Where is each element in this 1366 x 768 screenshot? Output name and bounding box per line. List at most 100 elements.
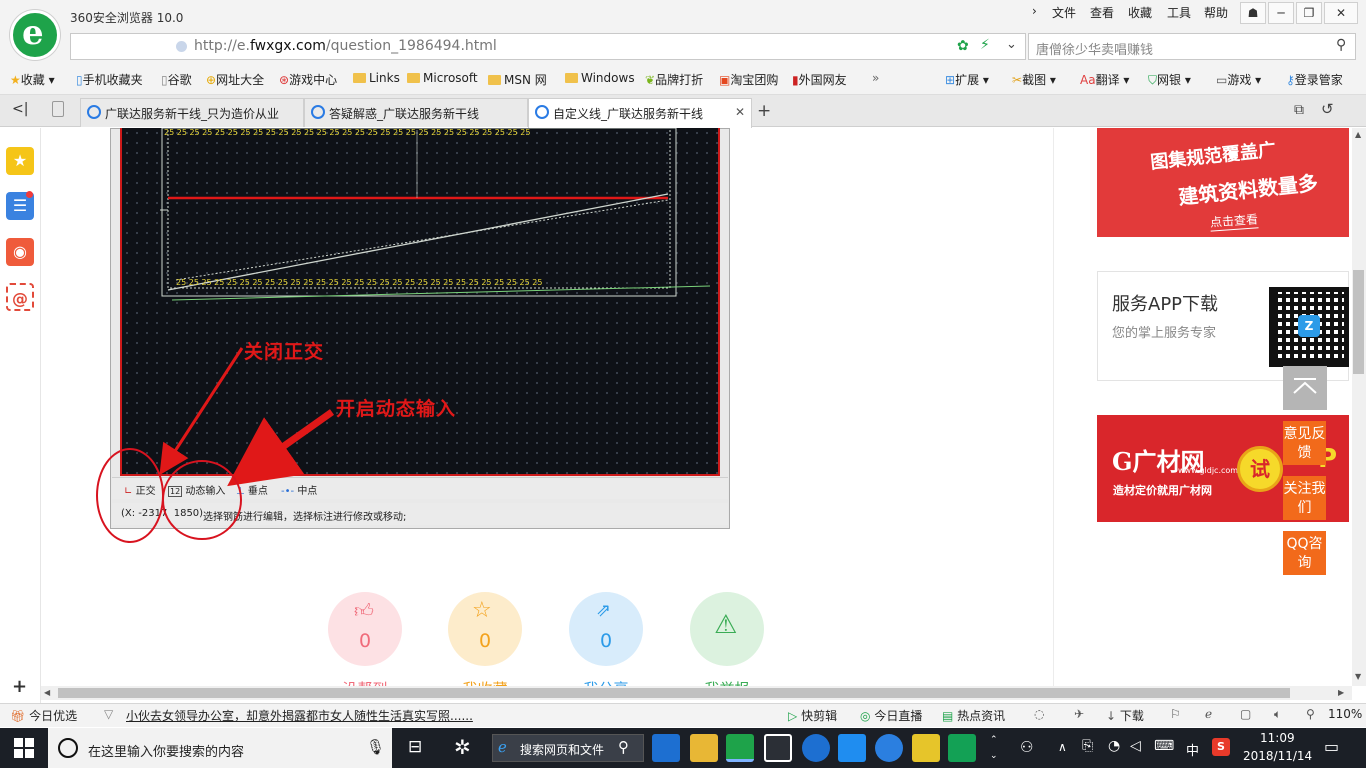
bookmark-favorites[interactable]: ★收藏 ▾ [10, 71, 55, 88]
status-quick-edit[interactable]: ▷ 快剪辑 [788, 707, 837, 724]
new-tab-button[interactable]: + [757, 101, 771, 121]
add-sidebar-icon[interactable]: + [12, 676, 27, 697]
taskbar-search-input[interactable]: 在这里输入你要搜索的内容 [88, 741, 244, 760]
menu-favorites[interactable]: 收藏 [1128, 4, 1152, 21]
glodon-h-icon[interactable] [948, 734, 976, 762]
site-info-icon[interactable] [176, 41, 187, 52]
search-input[interactable]: 唐僧徐少华卖唱赚钱 [1036, 39, 1153, 58]
windows-start-icon[interactable] [14, 738, 34, 758]
today-picks[interactable]: 🎁︎ 今日优选 [10, 707, 77, 724]
flag-icon[interactable]: ⚐ [1170, 707, 1181, 721]
scroll-up-arrow-icon[interactable]: ▲ [1355, 130, 1361, 139]
menu-help[interactable]: 帮助 [1204, 4, 1228, 21]
bookmark-links[interactable]: Links [353, 71, 400, 85]
web-search-icon[interactable]: ⚲ [618, 738, 629, 756]
bookmark-msn[interactable]: MSN 网 [488, 71, 547, 88]
volume-icon[interactable]: 🔈︎ [1274, 707, 1281, 722]
ie-taskbar-icon[interactable] [652, 734, 680, 762]
tool-bank[interactable]: ⛉网银 ▾ [1148, 71, 1191, 88]
close-button[interactable]: ✕ [1324, 2, 1358, 24]
horizontal-scroll-thumb[interactable] [58, 688, 1290, 698]
clock-time[interactable]: 11:09 [1260, 731, 1295, 745]
bookmark-hao123[interactable]: ⊕网址大全 [206, 71, 264, 88]
vertical-scrollbar[interactable] [1352, 128, 1366, 686]
notes-icon[interactable] [912, 734, 940, 762]
menu-arrow-icon[interactable]: › [1032, 4, 1037, 18]
zoom-level[interactable]: 110% [1328, 707, 1362, 721]
close-tab-icon[interactable]: ✕ [735, 105, 745, 119]
scroll-left-arrow-icon[interactable]: ◀ [44, 688, 50, 697]
mail-icon[interactable] [764, 734, 792, 762]
notification-center-icon[interactable]: ▭ [1324, 737, 1339, 756]
tab-2[interactable]: 答疑解惑_广联达服务新干线 [304, 98, 528, 127]
people-icon[interactable]: ⚇ [1020, 738, 1033, 756]
minimize-button[interactable]: ─ [1268, 2, 1294, 24]
window-icon[interactable]: ▢ [1240, 707, 1251, 721]
edge-icon[interactable] [802, 734, 830, 762]
undo-close-icon[interactable]: ↺ [1321, 100, 1334, 118]
reaction-share-button[interactable]: ⇗ 0 [569, 592, 643, 666]
favorites-star-icon[interactable]: ★ [6, 147, 34, 175]
360-browser-taskbar-icon[interactable] [726, 734, 754, 762]
scroll-down-arrow-icon[interactable]: ▼ [1355, 672, 1361, 681]
status-download[interactable]: ↓ 下载 [1106, 707, 1144, 724]
email-icon[interactable]: @ [6, 283, 34, 311]
pinwheel-icon[interactable]: ✲ [454, 735, 471, 759]
microphone-icon[interactable]: 🎙︎ [366, 738, 385, 756]
tool-games[interactable]: ▭游戏 ▾ [1216, 71, 1261, 88]
taskbar-scroll-icon[interactable]: ⌃ ⌄ [990, 732, 998, 764]
bookmark-windows[interactable]: Windows [565, 71, 635, 85]
menu-view[interactable]: 查看 [1090, 4, 1114, 21]
bookmark-foreign[interactable]: ▮外国网友 [792, 71, 847, 88]
pin-icon[interactable]: ✈ [1074, 707, 1084, 721]
sidebar-toggle-icon[interactable]: <| [12, 101, 28, 117]
zoom-icon[interactable]: ⚲ [1306, 707, 1315, 721]
back-to-top-button[interactable] [1283, 366, 1327, 410]
bookmark-google[interactable]: ▯谷歌 [161, 71, 192, 88]
search-icon[interactable]: ⚲ [1336, 37, 1346, 53]
reaction-report-button[interactable]: ⚠ [690, 592, 764, 666]
tool-screenshot[interactable]: ✂截图 ▾ [1012, 71, 1056, 88]
bookmark-mobile[interactable]: ▯手机收藏夹 [76, 71, 143, 88]
tab-1[interactable]: 广联达服务新干线_只为造价从业 [80, 98, 304, 127]
wifi-icon[interactable]: ◔ [1108, 738, 1120, 754]
tab-list-icon[interactable]: ⧉ [1294, 102, 1304, 118]
status-live[interactable]: ◎ 今日直播 [860, 707, 922, 724]
feedback-button[interactable]: 意见反馈 [1283, 421, 1326, 465]
qq-consult-button[interactable]: QQ咨询 [1283, 531, 1326, 575]
security-icon[interactable]: ✿ [957, 38, 969, 54]
keyboard-icon[interactable]: ⌨ [1154, 738, 1174, 754]
menu-file[interactable]: 文件 [1052, 4, 1076, 21]
url-text[interactable]: http://e. fwxgx.com/question_1986494.html [194, 38, 497, 54]
tool-translate[interactable]: Aa翻译 ▾ [1080, 71, 1129, 88]
app-plus-icon[interactable] [838, 734, 866, 762]
browser-logo-icon[interactable]: e [10, 10, 60, 60]
clock-date[interactable]: 2018/11/14 [1243, 749, 1312, 763]
skin-icon[interactable]: ☗ [1240, 2, 1266, 24]
glodon-icon[interactable] [875, 734, 903, 762]
menu-tools[interactable]: 工具 [1167, 4, 1191, 21]
web-search-input[interactable]: 搜索网页和文件 [520, 741, 604, 758]
maximize-button[interactable]: ❐ [1296, 2, 1322, 24]
bookmark-taobao[interactable]: ▣淘宝团购 [719, 71, 778, 88]
reaction-collect-button[interactable]: ☆ 0 [448, 592, 522, 666]
news-ticker-link[interactable]: 小伙去女领导办公室，却意外揭露都市女人随性生活真实写照...... [126, 707, 473, 724]
weibo-icon[interactable]: ◉ [6, 238, 34, 266]
speaker-icon[interactable]: ◁ [1130, 738, 1141, 754]
bookmark-brand[interactable]: ❦品牌打折 [645, 71, 703, 88]
tray-expand-icon[interactable]: ∧ [1058, 740, 1067, 754]
sogou-icon[interactable]: S [1212, 738, 1230, 756]
bookmark-microsoft[interactable]: Microsoft [407, 71, 478, 85]
task-view-icon[interactable]: ⊟ [408, 737, 422, 757]
phone-icon[interactable] [52, 101, 64, 117]
status-hot-news[interactable]: ▤ 热点资讯 [942, 707, 1005, 724]
reaction-unhelpful-button[interactable]: 👍︎ 0 [328, 592, 402, 666]
network-device-icon[interactable]: ⎘ [1082, 738, 1093, 754]
tab-3[interactable]: 自定义线_广联达服务新干线 ✕ [528, 98, 752, 128]
ime-indicator[interactable]: 中 [1186, 740, 1199, 759]
file-explorer-icon[interactable] [690, 734, 718, 762]
speed-dial-icon[interactable]: ◌ [1034, 707, 1044, 721]
scroll-right-arrow-icon[interactable]: ▶ [1338, 688, 1344, 697]
vertical-scroll-thumb[interactable] [1353, 270, 1364, 374]
bookmark-games[interactable]: ⊛游戏中心 [279, 71, 337, 88]
